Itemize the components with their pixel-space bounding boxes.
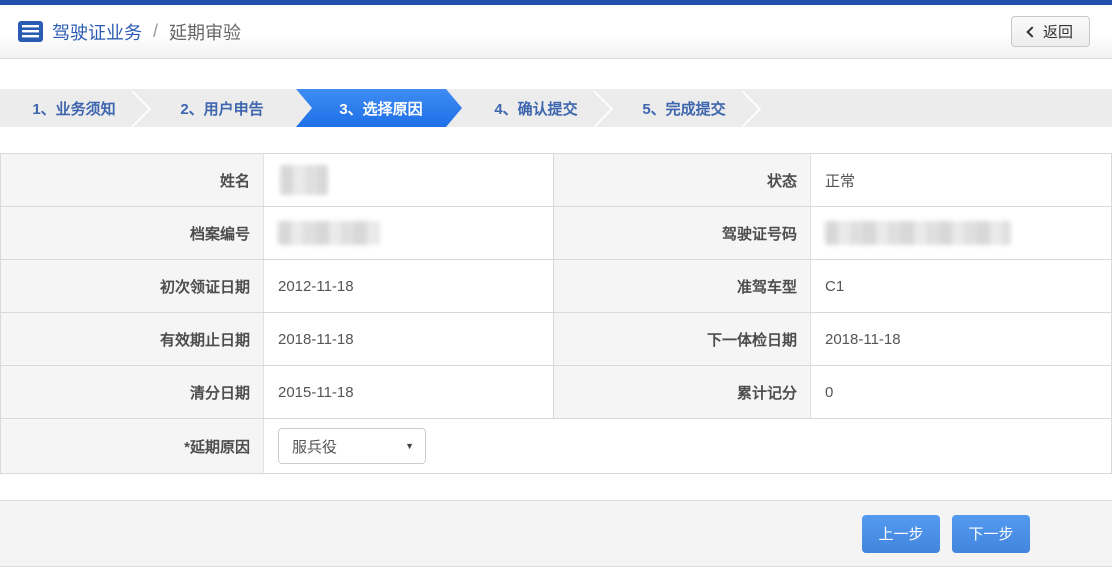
extension-reason-cell: 服兵役 ▼ — [264, 419, 1111, 473]
step-label: 5、完成提交 — [642, 100, 726, 118]
table-row: 档案编号 驾驶证号码 — [1, 207, 1111, 260]
name-value — [264, 154, 554, 206]
step-tab-4[interactable]: 4、确认提交 — [462, 89, 610, 127]
table-row: 有效期止日期 2018-11-18 下一体检日期 2018-11-18 — [1, 313, 1111, 366]
masked-value — [825, 221, 1011, 245]
file-number-value — [264, 207, 554, 259]
step-tab-5[interactable]: 5、完成提交 — [610, 89, 758, 127]
next-step-button[interactable]: 下一步 — [952, 514, 1030, 553]
license-number-value — [811, 207, 1111, 259]
step-progress-bar: 1、业务须知 2、用户申告 3、选择原因 4、确认提交 5、完成提交 — [0, 89, 1112, 127]
steps-filler — [758, 89, 1112, 127]
next-physical-date-value: 2018-11-18 — [811, 313, 1111, 365]
step-tab-2[interactable]: 2、用户申告 — [148, 89, 296, 127]
page-title-primary: 驾驶证业务 — [52, 22, 142, 43]
masked-value — [278, 221, 380, 245]
breadcrumb-separator: / — [153, 21, 159, 41]
next-physical-date-label: 下一体检日期 — [554, 313, 811, 365]
accumulated-points-value: 0 — [811, 366, 1111, 418]
file-number-label: 档案编号 — [1, 207, 264, 259]
first-issue-date-value: 2012-11-18 — [264, 260, 554, 312]
header: 驾驶证业务 / 延期审验 返回 — [0, 5, 1112, 59]
expiry-date-value: 2018-11-18 — [264, 313, 554, 365]
list-icon — [18, 21, 43, 42]
step-label: 3、选择原因 — [339, 100, 423, 118]
footer-bar: 上一步 下一步 — [0, 500, 1112, 567]
accumulated-points-label: 累计记分 — [554, 366, 811, 418]
table-row: 姓名 状态 正常 — [1, 154, 1111, 207]
extension-reason-label: *延期原因 — [1, 419, 264, 473]
status-value: 正常 — [811, 154, 1111, 206]
chevron-left-icon — [1026, 25, 1038, 38]
step-label: 2、用户申告 — [180, 100, 264, 118]
step-label: 1、业务须知 — [32, 100, 116, 118]
selected-option: 服兵役 — [292, 438, 338, 456]
points-clear-date-label: 清分日期 — [1, 366, 264, 418]
step-tab-1[interactable]: 1、业务须知 — [0, 89, 148, 127]
vehicle-class-value: C1 — [811, 260, 1111, 312]
prev-step-button[interactable]: 上一步 — [862, 514, 940, 553]
caret-down-icon: ▼ — [405, 441, 414, 451]
back-button-label: 返回 — [1042, 24, 1073, 41]
license-info-table: 姓名 状态 正常 档案编号 驾驶证号码 初次领证日期 2012-11-18 准驾… — [0, 153, 1112, 474]
table-row: *延期原因 服兵役 ▼ — [1, 419, 1111, 473]
page-title-secondary: 延期审验 — [169, 22, 242, 43]
name-label: 姓名 — [1, 154, 264, 206]
vehicle-class-label: 准驾车型 — [554, 260, 811, 312]
status-label: 状态 — [554, 154, 811, 206]
expiry-date-label: 有效期止日期 — [1, 313, 264, 365]
page-title-group: 驾驶证业务 / 延期审验 — [18, 19, 241, 45]
back-button[interactable]: 返回 — [1010, 16, 1090, 47]
table-row: 清分日期 2015-11-18 累计记分 0 — [1, 366, 1111, 419]
first-issue-date-label: 初次领证日期 — [1, 260, 264, 312]
step-label: 4、确认提交 — [494, 100, 578, 118]
points-clear-date-value: 2015-11-18 — [264, 366, 554, 418]
extension-reason-select[interactable]: 服兵役 ▼ — [278, 428, 426, 464]
step-tab-3-active[interactable]: 3、选择原因 — [296, 89, 462, 127]
license-number-label: 驾驶证号码 — [554, 207, 811, 259]
masked-value — [280, 165, 328, 195]
table-row: 初次领证日期 2012-11-18 准驾车型 C1 — [1, 260, 1111, 313]
